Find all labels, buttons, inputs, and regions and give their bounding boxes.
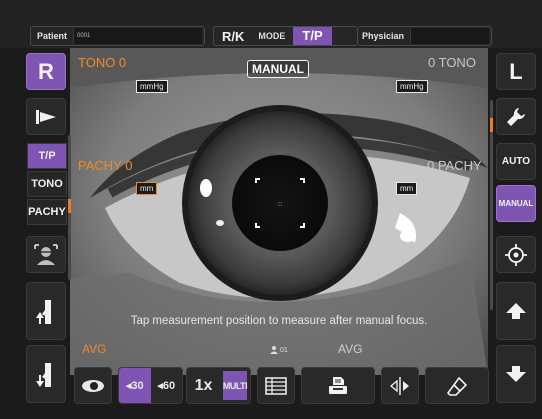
eye-icon (82, 379, 104, 392)
manual-focus-badge: MANUAL (247, 60, 309, 78)
nozzle-icon (36, 109, 56, 124)
measurement-count-value: 01 (280, 346, 288, 354)
face-alignment-button[interactable] (26, 236, 66, 273)
shot-mode-toggle[interactable]: 1x MULTI (186, 367, 251, 404)
patient-field[interactable]: Patient 0001 (30, 26, 205, 46)
manual-label: MANUAL (498, 199, 534, 208)
left-eye-button[interactable]: L (496, 53, 536, 90)
right-eye-button[interactable]: R (26, 53, 66, 90)
eye-distance-icon (389, 376, 409, 395)
physician-field[interactable]: Physician (358, 26, 492, 46)
pachy-right-eye-value: PACHY 0 (78, 158, 133, 173)
left-scrollbar[interactable] (68, 135, 71, 280)
mode-tono-button[interactable]: TONO (27, 171, 67, 197)
chinrest-down-button[interactable] (26, 345, 66, 403)
settings-button[interactable] (496, 98, 536, 135)
measurement-count: 01 (269, 346, 288, 354)
mode-tp-button[interactable]: T/P (27, 143, 67, 169)
tono-left-eye-value: 0 TONO (428, 55, 476, 70)
mode-pachy-button[interactable]: PACHY (27, 199, 67, 225)
printer-icon (329, 376, 347, 394)
instruction-hint: Tap measurement position to measure afte… (130, 315, 428, 327)
interval-30-option[interactable]: ◂ 30 (119, 368, 151, 403)
arrow-up-icon (506, 303, 526, 319)
tono-right-eye-value: TONO 0 (78, 55, 127, 70)
auto-mode-button[interactable]: AUTO (496, 143, 536, 180)
target-button[interactable] (496, 236, 536, 273)
avg-right-eye-label: AVG (82, 342, 107, 356)
eye-view-button[interactable] (74, 367, 112, 404)
chinrest-down-icon (36, 363, 51, 387)
right-eye-label: R (38, 58, 54, 84)
interval-60-option[interactable]: ◂ 60 (151, 368, 183, 403)
tono-left-unit: mmHg (136, 80, 168, 93)
move-up-button[interactable] (496, 282, 536, 340)
mode-label: MODE (258, 31, 286, 41)
left-eye-label: L (509, 58, 523, 84)
pachy-left-eye-value: 0 PACHY (427, 158, 482, 173)
manual-mode-button[interactable]: MANUAL (496, 185, 536, 222)
chinrest-up-icon (36, 300, 51, 324)
print-button[interactable] (301, 367, 375, 404)
left-scroll-thumb[interactable] (68, 199, 71, 213)
right-scroll-thumb[interactable] (490, 118, 493, 132)
table-icon (265, 376, 287, 395)
interval-30-label: 30 (131, 379, 144, 392)
person-icon (270, 346, 278, 354)
svg-text::::: ::: (277, 202, 282, 208)
arrow-down-icon (506, 366, 526, 382)
move-down-button[interactable] (496, 345, 536, 403)
tp-mode-button[interactable]: T/P (293, 27, 332, 45)
single-shot-option[interactable]: 1x (187, 368, 220, 403)
pd-measure-button[interactable] (381, 367, 419, 404)
avg-left-eye-label: AVG (338, 342, 363, 356)
right-scrollbar[interactable] (490, 100, 493, 310)
chinrest-up-button[interactable] (26, 282, 66, 340)
face-scan-icon (34, 243, 58, 265)
patient-label: Patient (37, 31, 68, 41)
tono-right-unit: mmHg (396, 80, 428, 93)
interval-toggle[interactable]: ◂ 30 ◂ 60 (118, 367, 183, 404)
mode-selector: R/K MODE T/P (213, 26, 358, 46)
clear-button[interactable] (425, 367, 489, 404)
pachy-left-unit: mm (136, 182, 158, 195)
auto-label: AUTO (501, 156, 531, 167)
crosshair-icon (505, 243, 527, 266)
rk-mode-button[interactable]: R/K (222, 29, 244, 44)
eraser-icon (446, 376, 468, 396)
physician-value[interactable] (410, 28, 489, 44)
nozzle-button[interactable] (26, 98, 66, 135)
patient-id-value[interactable]: 0001 (73, 28, 202, 44)
multi-shot-option[interactable]: MULTI (223, 371, 248, 400)
wrench-icon (507, 107, 525, 126)
pachy-right-unit: mm (396, 182, 418, 195)
physician-label: Physician (362, 31, 405, 41)
interval-60-label: 60 (162, 379, 176, 392)
data-list-button[interactable] (257, 367, 295, 404)
